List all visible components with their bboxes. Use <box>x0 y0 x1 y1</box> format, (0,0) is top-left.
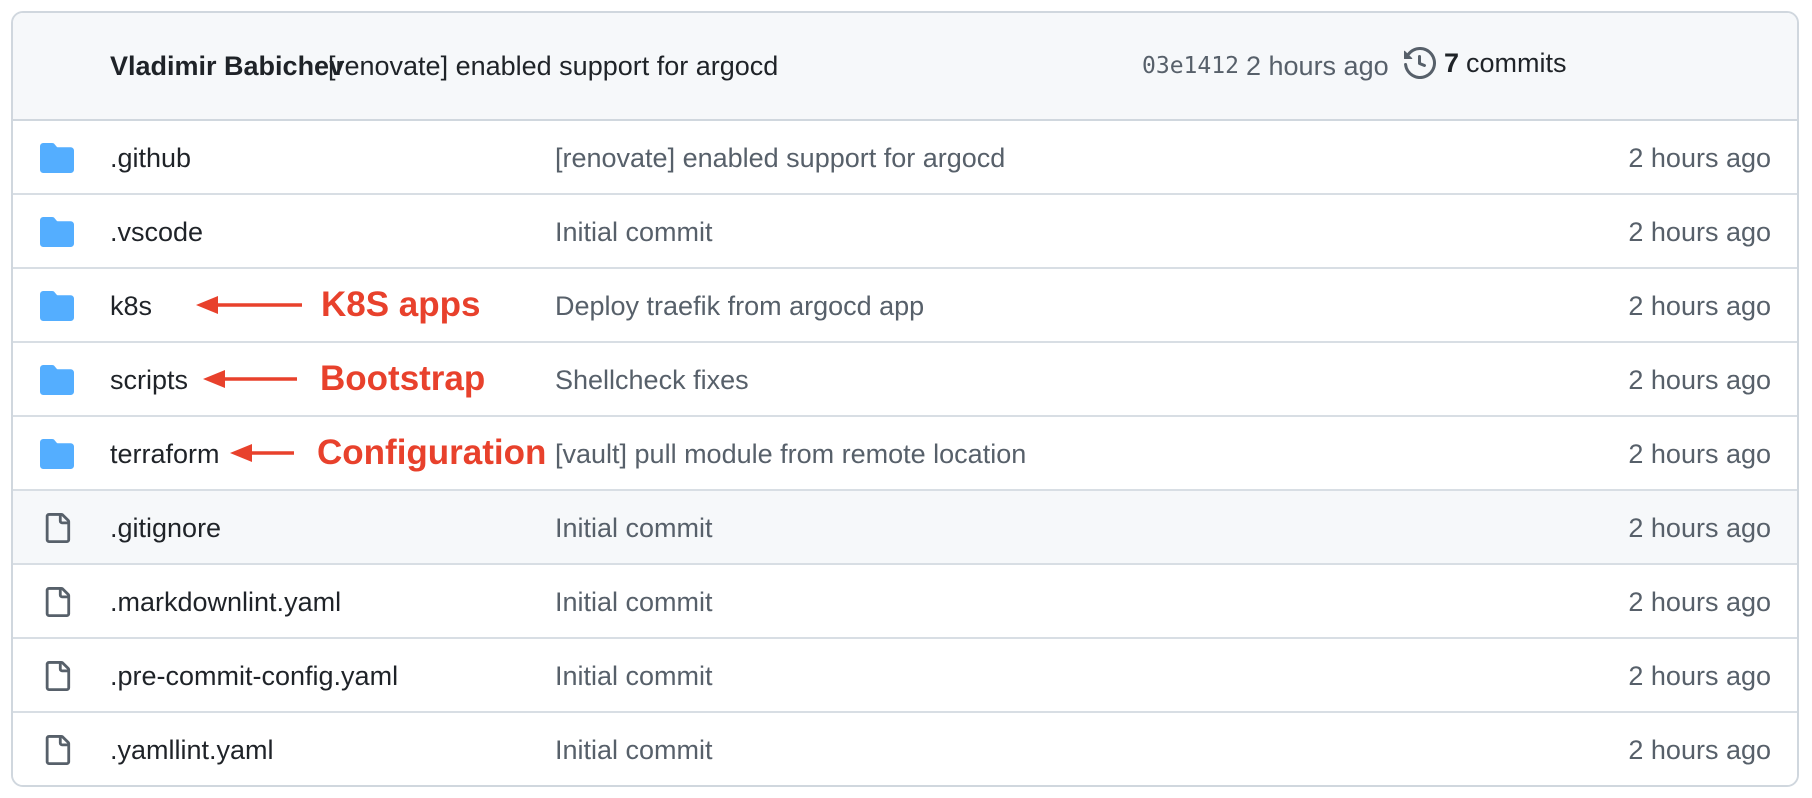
file-row[interactable]: .github [renovate] enabled support for ar… <box>13 121 1797 195</box>
file-row[interactable]: .gitignore Initial commit 2 hours ago <box>13 491 1797 565</box>
file-name-link[interactable]: scripts <box>110 365 188 396</box>
file-commit-message-link[interactable]: Deploy traefik from argocd app <box>555 291 924 322</box>
file-commit-message-link[interactable]: Shellcheck fixes <box>555 365 749 396</box>
file-row[interactable]: scripts Bootstrap Shellcheck fixes 2 hours … <box>13 343 1797 417</box>
file-name-link[interactable]: .pre-commit-config.yaml <box>110 661 398 692</box>
folder-icon <box>40 291 74 321</box>
file-name-link[interactable]: .yamllint.yaml <box>110 735 274 766</box>
file-commit-message-link[interactable]: [renovate] enabled support for argocd <box>555 143 1005 174</box>
folder-icon <box>40 143 74 173</box>
file-commit-time: 2 hours ago <box>1628 291 1771 321</box>
file-commit-time: 2 hours ago <box>1628 143 1771 173</box>
file-row[interactable]: k8s K8S apps Deploy traefik from argocd ap… <box>13 269 1797 343</box>
annotation-label: K8S apps <box>321 285 481 324</box>
file-commit-time: 2 hours ago <box>1628 587 1771 617</box>
file-row[interactable]: .markdownlint.yaml Initial commit 2 hours … <box>13 565 1797 639</box>
annotation-label: Bootstrap <box>320 359 486 398</box>
annotation-label: Configuration <box>317 433 547 472</box>
file-commit-message-link[interactable]: Initial commit <box>555 513 713 544</box>
file-row[interactable]: terraform Configuration [vault] pull modul… <box>13 417 1797 491</box>
commit-sha[interactable]: 03e1412 <box>1142 53 1239 79</box>
folder-icon <box>40 217 74 247</box>
file-name-link[interactable]: terraform <box>110 439 220 470</box>
file-commit-message-link[interactable]: Initial commit <box>555 217 713 248</box>
file-commit-time: 2 hours ago <box>1628 217 1771 247</box>
file-name-link[interactable]: .vscode <box>110 217 203 248</box>
file-commit-message-link[interactable]: Initial commit <box>555 661 713 692</box>
file-icon <box>40 513 74 543</box>
file-icon <box>40 587 74 617</box>
commit-count: 7 <box>1444 47 1460 78</box>
file-commit-message-link[interactable]: Initial commit <box>555 587 713 618</box>
file-commit-time: 2 hours ago <box>1628 735 1771 765</box>
commits-link[interactable]: 7 commits <box>1404 43 1567 83</box>
file-commit-message-link[interactable]: [vault] pull module from remote location <box>555 439 1026 470</box>
commit-time: 2 hours ago <box>1246 51 1389 81</box>
file-row[interactable]: .vscode Initial commit 2 hours ago <box>13 195 1797 269</box>
file-icon <box>40 735 74 765</box>
file-row[interactable]: .pre-commit-config.yaml Initial commit 2 h… <box>13 639 1797 713</box>
file-commit-time: 2 hours ago <box>1628 513 1771 543</box>
file-name-link[interactable]: .markdownlint.yaml <box>110 587 341 618</box>
file-row[interactable]: .yamllint.yaml Initial commit 2 hours ago <box>13 713 1797 785</box>
folder-icon <box>40 439 74 469</box>
file-commit-message-link[interactable]: Initial commit <box>555 735 713 766</box>
file-list: .github [renovate] enabled support for ar… <box>13 121 1797 785</box>
annotation-arrow-icon <box>203 370 297 388</box>
file-name-link[interactable]: .gitignore <box>110 513 221 544</box>
file-browser: Vladimir Babichev [renovate] enabled sup… <box>11 11 1799 787</box>
commits-label: commits <box>1466 47 1567 78</box>
file-commit-time: 2 hours ago <box>1628 439 1771 469</box>
file-icon <box>40 661 74 691</box>
file-name-link[interactable]: k8s <box>110 291 152 322</box>
annotation-arrow-icon <box>196 296 302 314</box>
file-commit-time: 2 hours ago <box>1628 365 1771 395</box>
commit-message[interactable]: [renovate] enabled support for argocd <box>328 51 778 82</box>
annotation-arrow-icon <box>230 444 294 462</box>
file-name-link[interactable]: .github <box>110 143 191 174</box>
file-commit-time: 2 hours ago <box>1628 661 1771 691</box>
folder-icon <box>40 365 74 395</box>
commit-author[interactable]: Vladimir Babichev <box>110 51 344 82</box>
latest-commit-bar: Vladimir Babichev [renovate] enabled sup… <box>13 13 1797 121</box>
history-icon <box>1404 47 1436 79</box>
